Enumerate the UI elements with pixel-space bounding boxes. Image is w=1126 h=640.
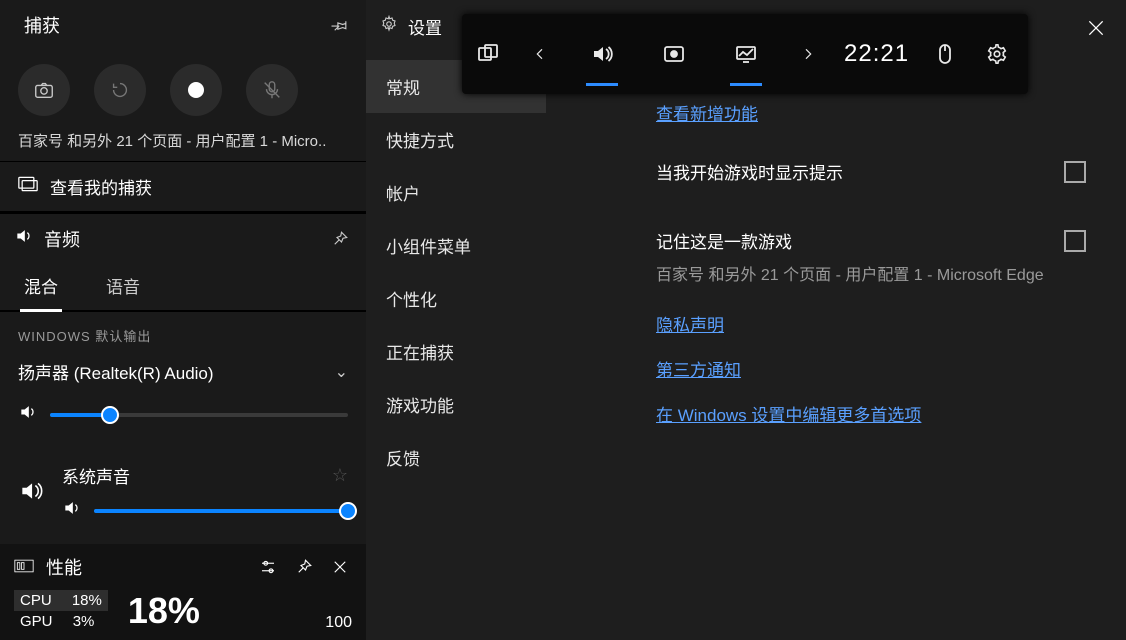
mic-mute-button[interactable] (246, 64, 298, 116)
perf-icon (14, 557, 34, 578)
whats-new-link[interactable]: 查看新增功能 (656, 100, 758, 125)
mouse-icon[interactable] (919, 14, 971, 94)
screenshot-button[interactable] (18, 64, 70, 116)
remember-game-checkbox[interactable] (1064, 230, 1086, 252)
close-icon[interactable] (328, 555, 352, 579)
cpu-label: CPU (20, 592, 52, 609)
speaker-icon (18, 478, 44, 509)
record-dot-icon (188, 82, 204, 98)
pin-icon[interactable] (292, 555, 316, 579)
sliders-icon[interactable] (256, 555, 280, 579)
speaker-icon[interactable] (18, 402, 38, 427)
speaker-icon (14, 226, 34, 251)
toolbar-capture[interactable] (638, 14, 710, 94)
view-captures-row[interactable]: 查看我的捕获 (0, 162, 366, 213)
tab-voice[interactable]: 语音 (102, 263, 144, 310)
gallery-icon (18, 176, 38, 197)
remember-game-label: 记住这是一款游戏 (656, 228, 792, 253)
cpu-value: 18% (72, 592, 102, 609)
gpu-value: 3% (73, 613, 95, 630)
nav-widgets[interactable]: 小组件菜单 (366, 219, 546, 272)
widgets-icon[interactable] (462, 14, 514, 94)
nav-personalize[interactable]: 个性化 (366, 272, 546, 325)
chevron-left-icon[interactable] (514, 14, 566, 94)
settings-title: 设置 (408, 14, 442, 39)
show-tips-label: 当我开始游戏时显示提示 (656, 159, 843, 184)
gear-icon[interactable] (971, 14, 1023, 94)
tab-mix[interactable]: 混合 (20, 263, 62, 310)
remember-game-sub: 百家号 和另外 21 个页面 - 用户配置 1 - Microsoft Edge (656, 261, 1096, 285)
perf-scale: 100 (325, 614, 352, 632)
pin-icon[interactable] (328, 227, 352, 251)
win-settings-link[interactable]: 在 Windows 设置中编辑更多首选项 (656, 401, 921, 426)
nav-capturing[interactable]: 正在捕获 (366, 325, 546, 378)
privacy-link[interactable]: 隐私声明 (656, 311, 724, 336)
toolbar-perf[interactable] (710, 14, 782, 94)
third-party-link[interactable]: 第三方通知 (656, 356, 741, 381)
nav-feedback[interactable]: 反馈 (366, 431, 546, 484)
show-tips-checkbox[interactable] (1064, 161, 1086, 183)
nav-shortcuts[interactable]: 快捷方式 (366, 113, 546, 166)
nav-account[interactable]: 帐户 (366, 166, 546, 219)
perf-big-value: 18% (128, 590, 200, 632)
chevron-down-icon: ⌄ (335, 362, 348, 382)
gear-icon (380, 15, 398, 38)
toolbar-time: 22:21 (834, 40, 919, 68)
toolbar-audio[interactable] (566, 14, 638, 94)
audio-title: 音频 (44, 226, 80, 252)
system-sound-label: 系统声音 (62, 463, 130, 488)
output-device-name: 扬声器 (Realtek(R) Audio) (18, 359, 214, 384)
capture-title: 捕获 (24, 12, 60, 38)
record-last-button[interactable] (94, 64, 146, 116)
system-volume-slider[interactable] (94, 509, 348, 513)
speaker-icon[interactable] (62, 498, 82, 523)
master-volume-slider[interactable] (50, 413, 348, 417)
output-device-row[interactable]: 扬声器 (Realtek(R) Audio) ⌄ (18, 359, 348, 384)
chevron-right-icon[interactable] (782, 14, 834, 94)
record-button[interactable] (170, 64, 222, 116)
perf-title: 性能 (46, 554, 82, 580)
nav-gaming[interactable]: 游戏功能 (366, 378, 546, 431)
close-button[interactable] (1082, 14, 1110, 42)
pin-icon[interactable] (328, 13, 352, 37)
default-output-label: WINDOWS 默认输出 (18, 326, 348, 345)
star-icon[interactable]: ☆ (332, 465, 348, 486)
view-captures-label: 查看我的捕获 (50, 174, 152, 199)
capture-window-title: 百家号 和另外 21 个页面 - 用户配置 1 - Micro.. (0, 130, 366, 162)
gpu-label: GPU (20, 613, 53, 630)
